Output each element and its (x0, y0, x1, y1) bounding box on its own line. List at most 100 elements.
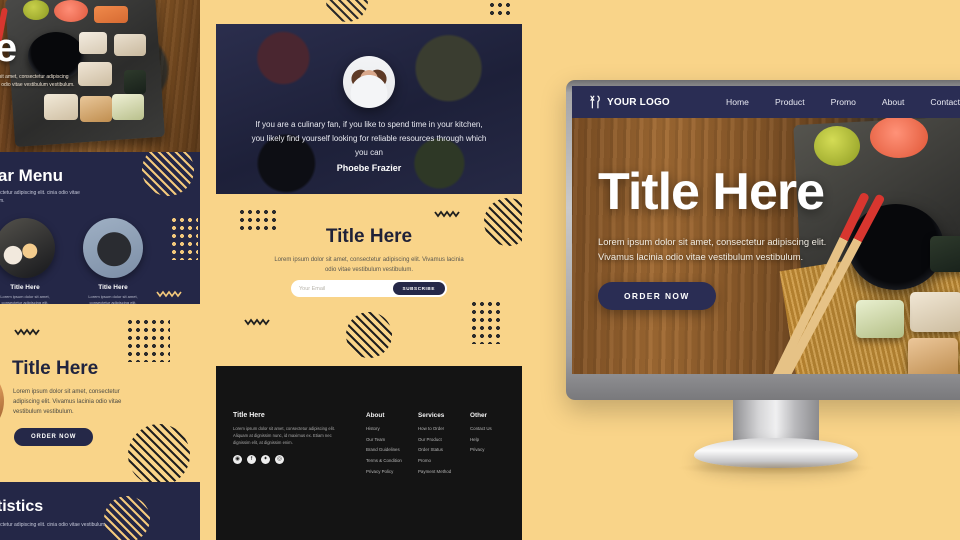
testimonial-section: If you are a culinary fan, if you like t… (216, 24, 522, 194)
whatsapp-icon[interactable]: ◎ (275, 455, 284, 464)
middle-top-strip (216, 0, 522, 24)
site-logo[interactable]: YOUR LOGO (588, 95, 670, 109)
footer-column-heading: Services (418, 412, 445, 419)
popular-menu-section: opular Menu dolor sit amet, consectetur … (0, 152, 200, 304)
zigzag-decor (434, 210, 460, 218)
nav-link-about[interactable]: About (882, 97, 904, 107)
footer-link[interactable]: Privacy Policy (366, 469, 402, 475)
twitter-icon[interactable]: ✦ (261, 455, 270, 464)
menu-card-image (0, 218, 55, 278)
menu-card-title: Title Here (98, 284, 128, 291)
left-hero-title: ere (0, 26, 17, 70)
instagram-icon[interactable]: ◉ (233, 455, 242, 464)
statistics-heading: Statistics (0, 498, 44, 515)
dot-grid-decor (470, 300, 500, 344)
testimonial-author: Phoebe Frazier (336, 163, 402, 173)
footer-brand-title: Title Here (233, 412, 265, 419)
dot-grid-decor (126, 318, 170, 362)
statistics-section: Statistics dolor sit amet, consectetur a… (0, 482, 200, 540)
avatar (343, 56, 395, 108)
monitor-bezel: YOUR LOGO Home Product Promo About Conta… (566, 80, 960, 400)
wasabi-garnish (814, 126, 860, 166)
subscribe-button[interactable]: SUBSCRIBE (392, 282, 445, 295)
monitor-base (694, 438, 858, 468)
sushi-piece (124, 70, 146, 94)
left-hero-subtitle: Lorem ipsum dolor sit amet, consectetur … (0, 74, 75, 88)
site-navbar: YOUR LOGO Home Product Promo About Conta… (572, 86, 960, 118)
nav-link-promo[interactable]: Promo (831, 97, 856, 107)
dot-grid-decor (488, 1, 514, 19)
footer-link[interactable]: Payment Method (418, 469, 451, 475)
site-hero-description: Lorem ipsum dolor sit amet, consectetur … (598, 236, 827, 263)
nav-link-contact[interactable]: Contact (930, 97, 960, 107)
soy-sauce-bowl (28, 32, 84, 80)
stripe-circle-decor (128, 424, 190, 482)
left-hero-section: ere Lorem ipsum dolor sit amet, consecte… (0, 0, 200, 152)
fork-knife-icon (590, 95, 600, 109)
dot-grid-decor (170, 216, 198, 260)
site-nav-links: Home Product Promo About Contact (726, 97, 960, 107)
stripe-circle-decor (326, 0, 368, 22)
footer-link[interactable]: Our Product (418, 437, 451, 443)
popular-menu-heading: opular Menu (0, 166, 64, 185)
menu-card-description: Lorem ipsum dolor sit amet, consectetur … (88, 294, 138, 304)
wasabi-garnish (23, 0, 49, 20)
sushi-piece (79, 32, 107, 54)
facebook-icon[interactable]: f (247, 455, 256, 464)
subscribe-cta-section: Title Here Lorem ipsum dolor sit amet, c… (216, 194, 522, 366)
menu-card[interactable]: Title Here Lorem ipsum dolor sit amet, c… (78, 218, 148, 304)
menu-card[interactable]: Title Here Lorem ipsum dolor sit amet, c… (0, 218, 60, 304)
menu-card-description: Lorem ipsum dolor sit amet, consectetur … (0, 294, 50, 304)
order-now-button[interactable]: ORDER NOW (598, 282, 716, 311)
left-mockup-panel: ere Lorem ipsum dolor sit amet, consecte… (0, 0, 200, 540)
footer-link[interactable]: Order Status (418, 448, 451, 453)
nav-link-product[interactable]: Product (775, 97, 805, 107)
site-hero-title: Title Here (598, 163, 825, 221)
footer-link[interactable]: History (366, 426, 402, 432)
sushi-piece (80, 96, 112, 122)
cta-heading: Title Here (325, 226, 413, 247)
footer-link[interactable]: Help (470, 437, 492, 443)
footer-link[interactable]: Privacy (470, 448, 492, 453)
website-screen: YOUR LOGO Home Product Promo About Conta… (572, 86, 960, 374)
menu-card-image (83, 218, 143, 278)
footer-link[interactable]: Contact Us (470, 426, 492, 432)
popular-menu-description: dolor sit amet, consectetur adipiscing e… (0, 190, 80, 204)
footer-section: Title Here Lorem ipsum dolor sit amet, c… (216, 366, 522, 540)
stripe-circle-decor (484, 198, 522, 246)
site-logo-text: YOUR LOGO (607, 96, 670, 108)
footer-link[interactable]: Brand Guidelines (366, 448, 402, 453)
social-links: ◉ f ✦ ◎ (233, 455, 284, 464)
footer-link[interactable]: How to Order (418, 426, 451, 432)
menu-card-title: Title Here (10, 284, 40, 291)
sushi-piece (930, 236, 960, 272)
left-feature-heading: Title Here (12, 358, 99, 379)
presentation-canvas: ere Lorem ipsum dolor sit amet, consecte… (0, 0, 960, 540)
footer-link[interactable]: Promo (418, 458, 451, 464)
sushi-piece (112, 94, 144, 120)
stripe-circle-decor (142, 152, 194, 196)
sushi-piece (78, 62, 112, 86)
stripe-circle-decor (346, 312, 392, 358)
footer-column-heading: Other (470, 412, 488, 419)
sushi-piece (908, 338, 958, 374)
footer-column-other: Other Contact Us Help Privacy (470, 412, 492, 459)
subscribe-form[interactable]: SUBSCRIBE (291, 280, 447, 297)
ginger-garnish (54, 0, 88, 22)
feature-image (0, 364, 4, 438)
sushi-piece (114, 34, 146, 56)
footer-column-services: Services How to Order Our Product Order … (418, 412, 451, 480)
order-now-button[interactable]: ORDER NOW (14, 428, 94, 446)
sushi-piece (856, 300, 904, 338)
nav-link-home[interactable]: Home (726, 97, 749, 107)
footer-link[interactable]: Terms & Condition (366, 458, 402, 464)
footer-column-heading: About (366, 412, 385, 419)
ginger-garnish (870, 116, 928, 158)
sushi-piece (910, 292, 960, 332)
middle-mockup-panel: If you are a culinary fan, if you like t… (216, 0, 522, 540)
email-input[interactable] (299, 285, 393, 292)
statistics-description: dolor sit amet, consectetur adipiscing e… (0, 522, 106, 528)
sushi-piece (94, 6, 128, 23)
cta-description: Lorem ipsum dolor sit amet, consectetur … (274, 257, 464, 273)
footer-link[interactable]: Our Team (366, 437, 402, 443)
